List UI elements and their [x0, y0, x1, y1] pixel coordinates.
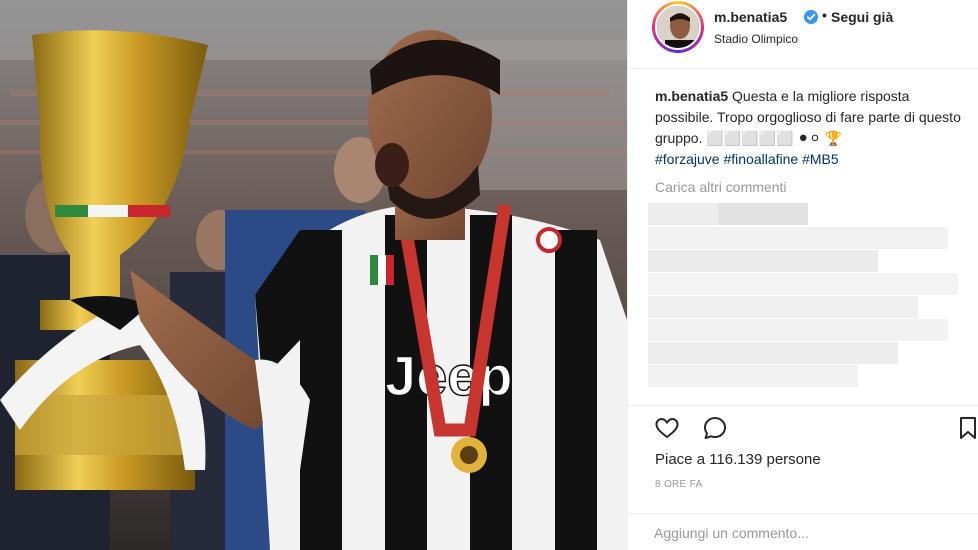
comment-input[interactable] [654, 523, 954, 543]
post-timestamp: 8 ORE FA [655, 479, 703, 490]
verified-badge-icon [804, 10, 818, 24]
bookmark-icon[interactable] [955, 414, 978, 442]
header-separator: • [822, 7, 827, 23]
hashtag-link[interactable]: #finoallafine [723, 151, 798, 167]
post-actions-bar [628, 405, 978, 445]
post-photo[interactable]: Jeep [0, 0, 627, 550]
add-comment-box [628, 513, 978, 550]
comment-bubble-icon[interactable] [701, 414, 729, 442]
header-username[interactable]: m.benatia5 [714, 9, 787, 25]
post-image: Jeep [0, 0, 627, 550]
caption-username[interactable]: m.benatia5 [655, 88, 728, 104]
avatar-story-ring[interactable] [652, 1, 704, 53]
hashtag-list: #forzajuve #finoallafine #MB5 [655, 151, 839, 167]
avatar-image [657, 6, 699, 48]
svg-text:Jeep: Jeep [385, 344, 513, 407]
hashtag-link[interactable]: #MB5 [802, 151, 839, 167]
avatar[interactable] [655, 4, 701, 50]
post-sidebar: m.benatia5 • Segui già Stadio Olimpico m… [627, 0, 978, 550]
post-header: m.benatia5 • Segui già Stadio Olimpico [628, 0, 978, 69]
heart-icon[interactable] [653, 414, 681, 442]
location-link[interactable]: Stadio Olimpico [714, 32, 798, 46]
hashtag-link[interactable]: #forzajuve [655, 151, 720, 167]
likes-count[interactable]: Piace a 116.139 persone [655, 451, 821, 468]
caption: m.benatia5 Questa e la migliore risposta… [655, 86, 965, 170]
load-more-comments-button[interactable]: Carica altri commenti [655, 179, 786, 195]
blurred-comments [648, 200, 978, 405]
follow-button[interactable]: Segui già [831, 9, 893, 25]
